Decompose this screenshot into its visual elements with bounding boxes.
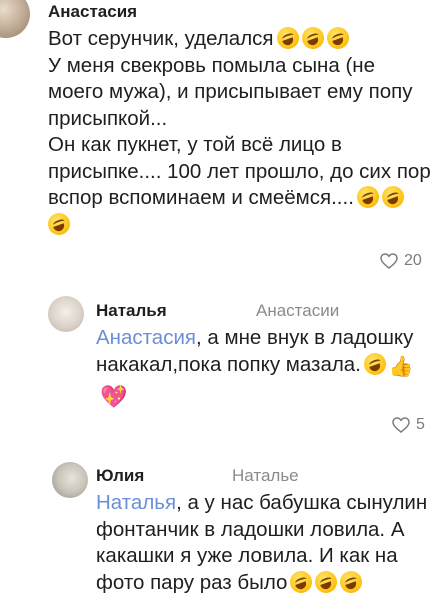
like-count: 20 xyxy=(404,252,422,269)
comment-author[interactable]: Юлия xyxy=(96,466,144,486)
like-button[interactable]: 5 xyxy=(392,416,425,434)
comment-author[interactable]: Наталья xyxy=(96,301,167,321)
laughing-emoji-icon xyxy=(315,570,338,593)
comment-line: Он как пукнет, у той всё лицо в xyxy=(48,133,342,156)
avatar[interactable] xyxy=(48,296,84,332)
laughing-emoji-icon xyxy=(381,186,404,208)
like-button[interactable]: 20 xyxy=(380,252,422,270)
comment-line: присыпкой... xyxy=(48,106,168,130)
comment-author[interactable]: Анастасия xyxy=(48,2,137,22)
avatar[interactable] xyxy=(0,0,30,38)
comment-line-text: Вот серунчик, уделался xyxy=(48,27,274,50)
mention-link[interactable]: Наталья xyxy=(96,491,176,514)
thumbs-up-icon: 👍 xyxy=(388,355,414,378)
reply-to-label[interactable]: Наталье xyxy=(232,466,299,486)
laughing-emoji-icon xyxy=(363,352,386,375)
laughing-emoji-icon xyxy=(326,27,349,49)
heart-outline-icon xyxy=(392,417,410,433)
comment-line: присыпке.... 100 лет прошло, до сих пор xyxy=(48,159,431,183)
comment-line: Вот серунчик, уделался xyxy=(48,26,431,53)
sparkling-heart-icon: 💖 xyxy=(100,384,128,409)
laughing-emoji-icon xyxy=(48,212,70,235)
comment-line: вспор вспоминаем и смеёмся.... xyxy=(48,185,431,212)
comment-text: Вот серунчик, уделался У меня свекровь п… xyxy=(48,26,431,238)
laughing-emoji-icon xyxy=(301,27,324,49)
comment-line-text: вспор вспоминаем и смеёмся.... xyxy=(48,186,354,209)
comment-line: фонтанчик в ладошки ловила. А xyxy=(96,517,405,541)
laughing-emoji-icon xyxy=(356,186,379,208)
mention-link[interactable]: Анастасия xyxy=(96,326,196,349)
comment-line: какашки я уже ловила. И как на xyxy=(96,544,398,567)
avatar[interactable] xyxy=(52,462,88,498)
comment-line: Наталья, а у нас бабушка сынулин xyxy=(96,490,427,517)
comment-line-text: накакал,пока попку мазала. xyxy=(96,352,361,376)
reply-to-label[interactable]: Анастасии xyxy=(256,301,339,321)
comment-text: Наталья, а у нас бабушка сынулин фонтанч… xyxy=(96,490,427,596)
comment-line-text: фото пару раз было xyxy=(96,570,288,594)
comment-line: моего мужа), и присыпывает ему попу xyxy=(48,80,413,103)
like-count: 5 xyxy=(416,416,425,433)
comment-line: фото пару раз было xyxy=(96,570,427,597)
comment-line xyxy=(48,212,431,239)
comment-line-text: , а у нас бабушка сынулин xyxy=(176,491,428,514)
comment-line-text: , а мне внук в ладошку xyxy=(196,326,414,349)
heart-outline-icon xyxy=(380,253,398,269)
comment-line: У меня свекровь помыла сына (не xyxy=(48,53,376,77)
laughing-emoji-icon xyxy=(276,27,299,49)
comment-text: Анастасия, а мне внук в ладошку накакал,… xyxy=(96,325,414,378)
laughing-emoji-icon xyxy=(340,570,363,593)
comment-line: Анастасия, а мне внук в ладошку xyxy=(96,325,414,352)
comment-line: накакал,пока попку мазала. 👍 xyxy=(96,352,414,379)
laughing-emoji-icon xyxy=(290,570,313,593)
